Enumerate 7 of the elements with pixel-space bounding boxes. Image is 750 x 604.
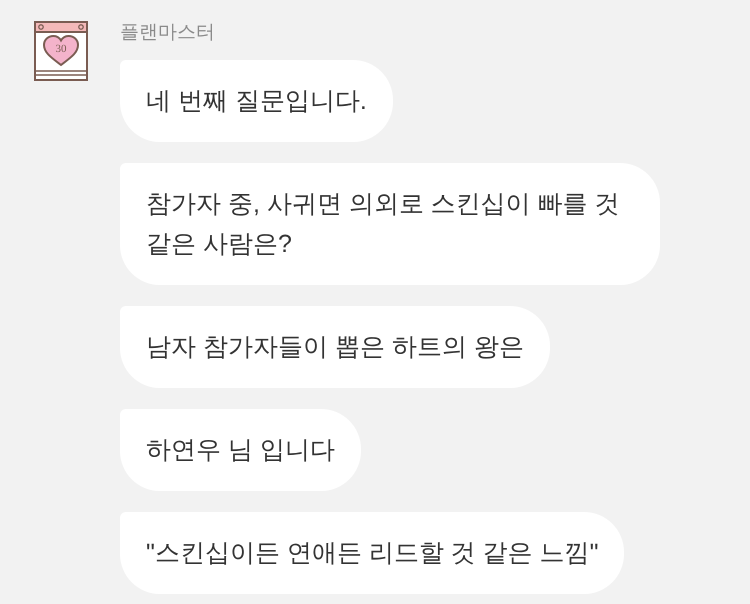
message-bubble: "스킨십이든 연애든 리드할 것 같은 느낌" — [120, 512, 624, 594]
sender-name: 플랜마스터 — [120, 21, 215, 45]
day-number: 30 — [56, 43, 66, 55]
message-bubble: 참가자 중, 사귀면 의외로 스킨십이 빠를 것 같은 사람은? — [120, 163, 660, 285]
message-bubble: 남자 참가자들이 뽑은 하트의 왕은 — [120, 306, 550, 388]
message-bubble: 하연우 님 입니다 — [120, 409, 361, 491]
message-bubble: 네 번째 질문입니다. — [120, 60, 393, 142]
